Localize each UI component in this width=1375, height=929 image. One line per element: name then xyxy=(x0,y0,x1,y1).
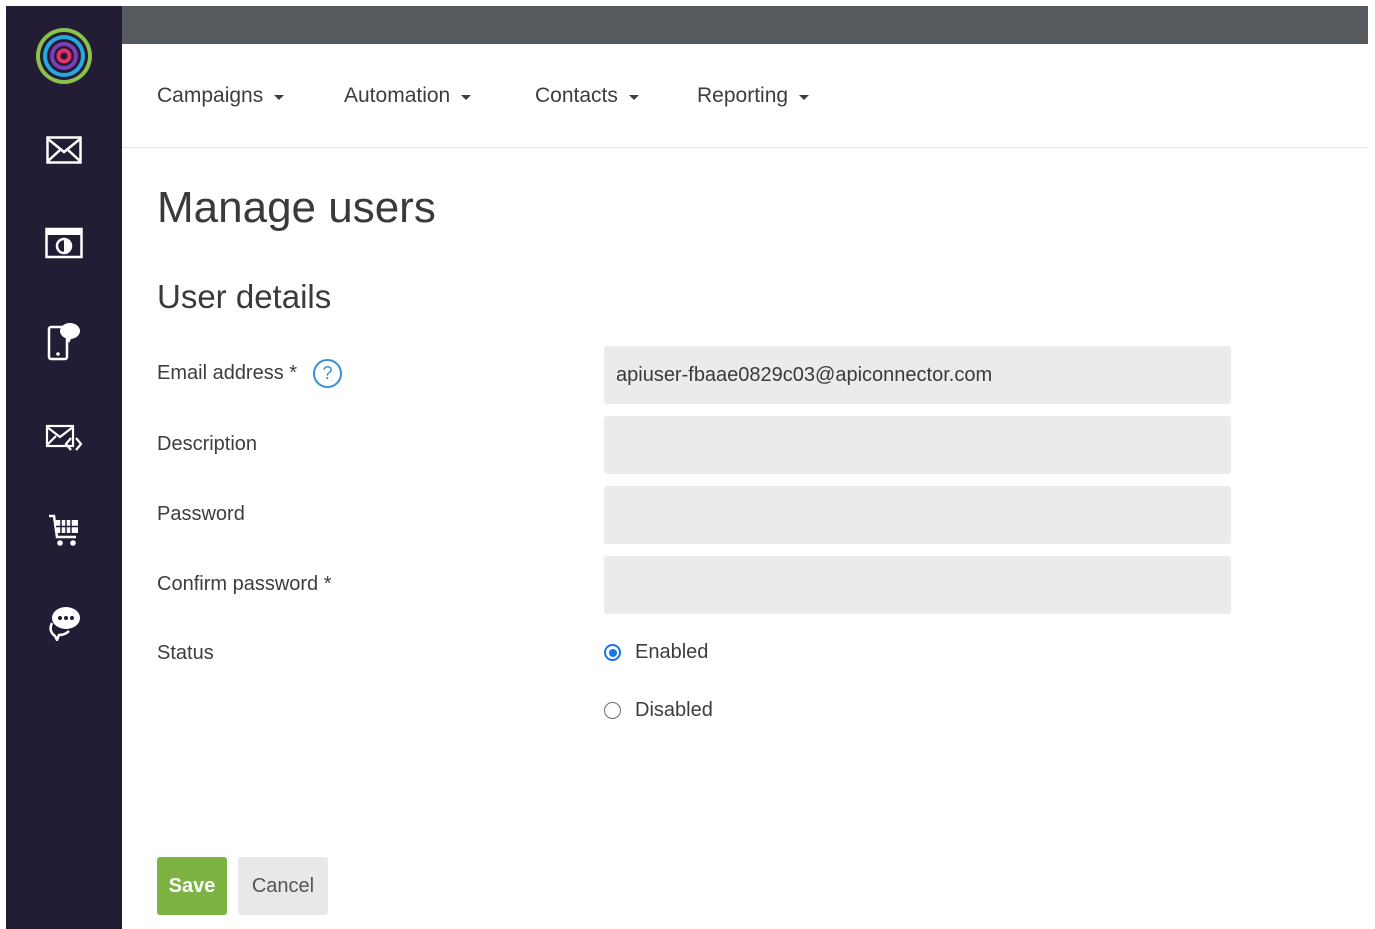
envelope-icon xyxy=(46,136,82,164)
email-label-row: Email address * ? xyxy=(157,359,343,388)
password-label: Password xyxy=(157,503,245,525)
envelope-code-icon xyxy=(45,424,83,451)
sidebar xyxy=(6,6,122,929)
concentric-rings-logo-icon xyxy=(36,28,92,84)
right-gutter xyxy=(1368,0,1375,929)
cancel-button[interactable]: Cancel xyxy=(238,857,328,915)
password-field[interactable] xyxy=(604,486,1231,544)
status-enabled-label: Enabled xyxy=(635,641,709,663)
status-disabled-label: Disabled xyxy=(635,699,713,721)
status-enabled-radio[interactable] xyxy=(604,644,621,661)
nav-reporting[interactable]: Reporting xyxy=(697,84,810,108)
confirm-password-label: Confirm password * xyxy=(157,573,332,595)
status-enabled-option[interactable]: Enabled xyxy=(604,641,708,664)
help-icon[interactable]: ? xyxy=(313,359,343,388)
nav-contacts-label: Contacts xyxy=(535,84,618,107)
save-button[interactable]: Save xyxy=(157,857,227,915)
mobile-chat-icon xyxy=(47,323,80,361)
top-bar xyxy=(122,6,1368,44)
nav-campaigns[interactable]: Campaigns xyxy=(157,84,285,108)
sidebar-item-pages[interactable] xyxy=(6,215,122,271)
sidebar-item-chat[interactable] xyxy=(6,594,122,650)
description-field[interactable] xyxy=(604,416,1231,474)
status-label: Status xyxy=(157,642,214,664)
status-disabled-option[interactable]: Disabled xyxy=(604,699,713,722)
status-disabled-radio[interactable] xyxy=(604,702,621,719)
description-label: Description xyxy=(157,433,258,455)
chat-bubbles-icon xyxy=(49,607,80,641)
nav-automation[interactable]: Automation xyxy=(344,84,472,108)
app-logo[interactable] xyxy=(6,28,122,84)
caret-down-icon xyxy=(799,94,810,100)
app-window: Campaigns Automation Contacts Reporting … xyxy=(0,0,1375,929)
sidebar-item-transactional[interactable] xyxy=(6,409,122,465)
sidebar-item-email[interactable] xyxy=(6,122,122,178)
page-title: Manage users xyxy=(157,183,436,232)
email-label: Email address * xyxy=(157,362,298,384)
confirm-password-field[interactable] xyxy=(604,556,1231,614)
main-nav: Campaigns Automation Contacts Reporting xyxy=(122,44,1368,148)
nav-automation-label: Automation xyxy=(344,84,451,107)
caret-down-icon xyxy=(274,94,285,100)
sidebar-item-sms[interactable] xyxy=(6,313,122,369)
nav-contacts[interactable]: Contacts xyxy=(535,84,639,108)
nav-campaigns-label: Campaigns xyxy=(157,84,264,107)
section-title: User details xyxy=(157,278,332,315)
email-field[interactable] xyxy=(604,346,1231,404)
nav-reporting-label: Reporting xyxy=(697,84,789,107)
caret-down-icon xyxy=(628,94,639,100)
sidebar-item-ecommerce[interactable] xyxy=(6,502,122,558)
shopping-cart-icon xyxy=(49,514,78,546)
caret-down-icon xyxy=(461,94,472,100)
browser-window-icon xyxy=(45,227,83,259)
